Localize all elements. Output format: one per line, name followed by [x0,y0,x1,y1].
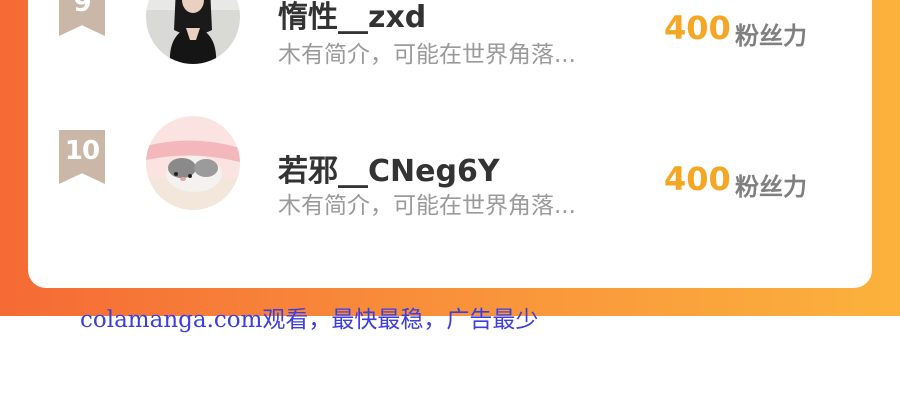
fan-power-label: 粉丝力 [735,173,807,201]
user-avatar[interactable] [146,116,240,210]
username[interactable]: 若邪__CNeg6Y [278,146,500,190]
rank-ribbon-badge: 9 [59,0,105,36]
rank-number: 10 [64,136,100,166]
hamster-icon [146,116,240,210]
user-bio: 木有简介，可能在世界角落... [278,42,576,68]
fan-power-score: 400 [664,9,731,47]
user-avatar[interactable] [146,0,240,64]
ranking-card: 9 惰性__zxd 木有简介，可能在世界角落... 400 粉丝力 10 若邪_… [28,0,872,288]
fan-power-score: 400 [664,160,731,198]
rank-number: 9 [73,0,91,18]
rank-ribbon-badge: 10 [59,130,105,184]
ranking-row[interactable]: 9 惰性__zxd 木有简介，可能在世界角落... 400 粉丝力 [28,0,872,90]
ranking-row[interactable]: 10 若邪__CNeg6Y 木有简介，可能在世界角落... 400 粉丝力 [28,116,872,240]
person-photo-icon [146,0,240,64]
user-bio: 木有简介，可能在世界角落... [278,193,576,219]
site-watermark: colamanga.com观看，最快最稳，广告最少 [80,307,539,333]
username[interactable]: 惰性__zxd [278,0,426,36]
fan-power-label: 粉丝力 [735,22,807,50]
